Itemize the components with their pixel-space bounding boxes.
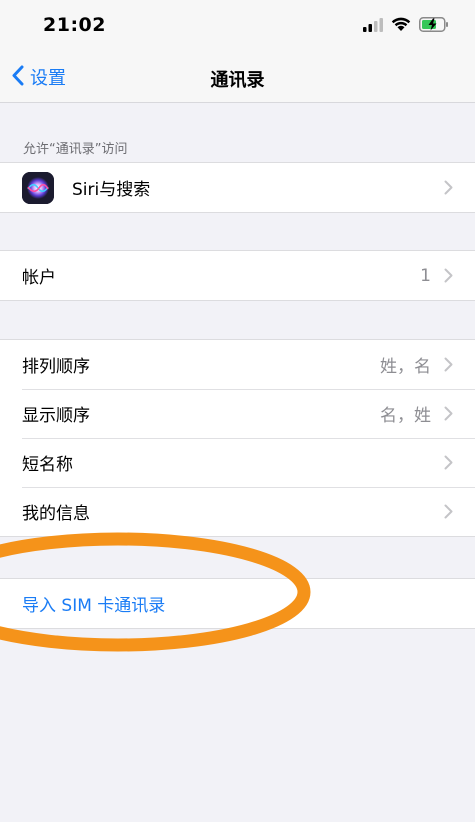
my-info-label: 我的信息 <box>22 504 90 524</box>
chevron-right-icon <box>444 504 453 523</box>
sort-order-value: 姓，名 <box>380 357 431 377</box>
status-icons <box>363 16 449 36</box>
short-name-label: 短名称 <box>22 455 73 475</box>
siri-search-row[interactable]: Siri与搜索 <box>0 163 475 212</box>
status-bar: 21:02 <box>0 0 475 52</box>
account-count: 1 <box>420 265 431 286</box>
import-group: 导入 SIM 卡通讯录 <box>0 578 475 629</box>
siri-icon <box>22 171 54 204</box>
my-info-row[interactable]: 我的信息 <box>0 487 475 536</box>
siri-search-label: Siri与搜索 <box>72 180 151 200</box>
import-sim-contacts-button[interactable]: 导入 SIM 卡通讯录 <box>0 579 475 628</box>
wifi-icon <box>391 17 411 36</box>
display-order-row[interactable]: 显示顺序 名，姓 <box>0 389 475 438</box>
chevron-right-icon <box>444 406 453 425</box>
account-row[interactable]: 帐户 1 <box>0 251 475 300</box>
display-order-label: 显示顺序 <box>22 406 90 426</box>
import-sim-contacts-label: 导入 SIM 卡通讯录 <box>22 596 166 616</box>
chevron-right-icon <box>444 268 453 287</box>
account-group: 帐户 1 <box>0 250 475 301</box>
section-header: 允许“通讯录”访问 <box>23 142 128 157</box>
siri-group: Siri与搜索 <box>0 162 475 213</box>
display-order-value: 名，姓 <box>380 406 431 426</box>
sorting-group: 排列顺序 姓，名 显示顺序 名，姓 短名称 我的信息 <box>0 339 475 537</box>
battery-charging-icon <box>419 16 449 36</box>
chevron-right-icon <box>444 180 453 199</box>
page-title: 通讯录 <box>210 70 265 91</box>
cellular-signal-icon <box>363 17 383 36</box>
sort-order-label: 排列顺序 <box>22 357 90 377</box>
navigation-bar: 设置 通讯录 <box>0 52 475 103</box>
account-label: 帐户 <box>22 268 56 288</box>
sort-order-row[interactable]: 排列顺序 姓，名 <box>0 340 475 389</box>
short-name-row[interactable]: 短名称 <box>0 438 475 487</box>
status-time: 21:02 <box>43 14 106 36</box>
chevron-right-icon <box>444 455 453 474</box>
chevron-right-icon <box>444 357 453 376</box>
